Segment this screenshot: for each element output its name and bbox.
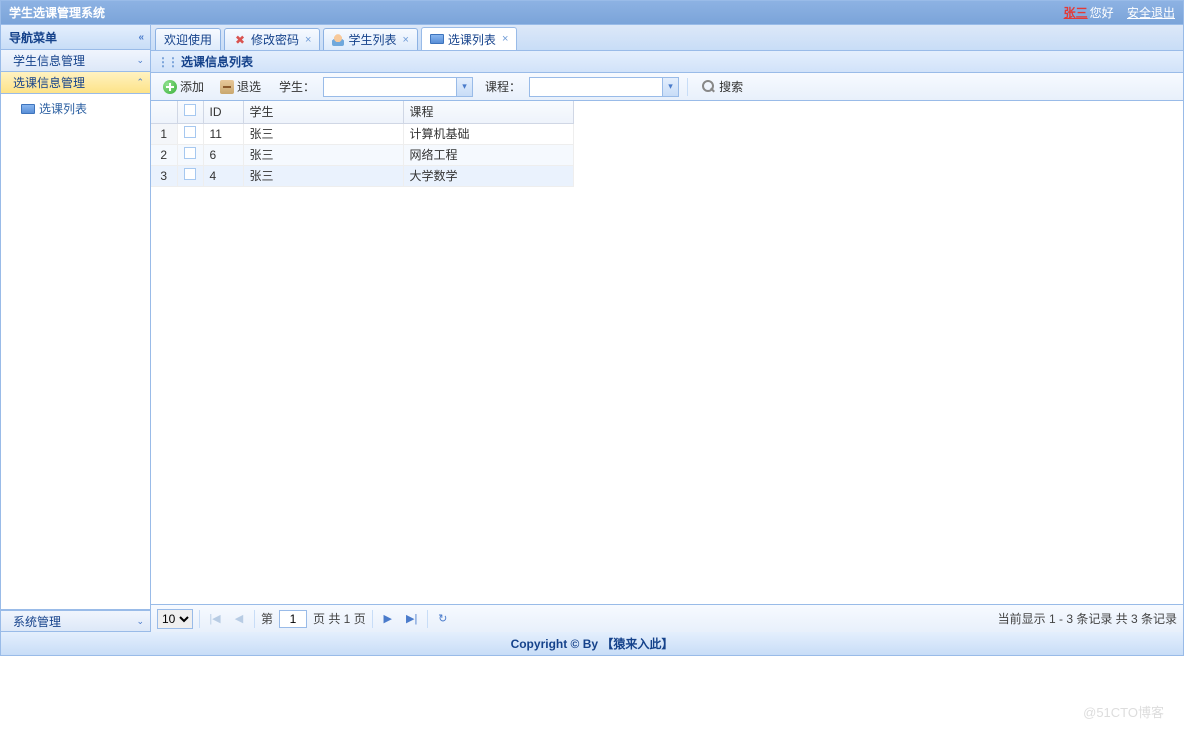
cell-course: 大学数学 [403, 165, 573, 186]
sidebar-section-label: 学生信息管理 [13, 52, 85, 69]
add-button[interactable]: 添加 [157, 76, 210, 97]
button-label: 添加 [180, 78, 204, 95]
search-icon [702, 80, 716, 94]
next-page-button[interactable]: ▶ [379, 610, 397, 628]
col-course[interactable]: 课程 [403, 101, 573, 123]
tab-students[interactable]: 学生列表 × [323, 28, 417, 50]
col-checkbox[interactable] [177, 101, 203, 123]
book-icon [430, 34, 444, 44]
table-row[interactable]: 3 4 张三 大学数学 [151, 165, 573, 186]
col-id[interactable]: ID [203, 101, 243, 123]
refresh-button[interactable]: ↻ [434, 610, 452, 628]
cell-student: 张三 [243, 165, 403, 186]
sidebar-section-system[interactable]: 系统管理 ⌄ [1, 610, 150, 632]
sidebar-section-course[interactable]: 选课信息管理 ⌃ [1, 72, 150, 94]
cell-rownum: 1 [151, 123, 177, 144]
sidebar-section-label: 系统管理 [13, 613, 61, 630]
last-page-button[interactable]: ▶| [403, 610, 421, 628]
student-combo[interactable]: ▾ [323, 77, 473, 97]
close-icon[interactable]: × [402, 34, 408, 46]
button-label: 退选 [237, 78, 261, 95]
page-input[interactable] [279, 610, 307, 628]
table-row[interactable]: 2 6 张三 网络工程 [151, 144, 573, 165]
tab-password[interactable]: ✖ 修改密码 × [224, 28, 320, 50]
tab-label: 欢迎使用 [164, 31, 212, 48]
dropdown-icon[interactable]: ▾ [662, 78, 678, 96]
tab-label: 学生列表 [348, 31, 396, 48]
course-combo[interactable]: ▾ [529, 77, 679, 97]
student-input[interactable] [323, 77, 473, 97]
button-label: 搜索 [719, 78, 743, 95]
collapse-icon[interactable]: « [138, 32, 144, 43]
cell-course: 网络工程 [403, 144, 573, 165]
main-area: 欢迎使用 ✖ 修改密码 × 学生列表 × 选课列表 × ⋮⋮ 选课信息列表 [151, 25, 1183, 632]
sidebar-title: 导航菜单 « [1, 25, 150, 50]
close-icon[interactable]: × [502, 33, 508, 45]
logout-link[interactable]: 安全退出 [1127, 6, 1175, 20]
course-input[interactable] [529, 77, 679, 97]
checkbox-all[interactable] [184, 104, 196, 116]
chevron-down-icon: ⌄ [136, 616, 144, 627]
col-student[interactable]: 学生 [243, 101, 403, 123]
cell-student: 张三 [243, 144, 403, 165]
dropdown-icon[interactable]: ▾ [456, 78, 472, 96]
row-checkbox[interactable] [184, 168, 196, 180]
grid-header-row: ID 学生 课程 [151, 101, 573, 123]
pager: 10 |◀ ◀ 第 页 共 1 页 ▶ ▶| ↻ 当前显示 1 - 3 条记录 … [151, 604, 1183, 632]
cell-rownum: 2 [151, 144, 177, 165]
col-rownum [151, 101, 177, 123]
panel-title-text: 选课信息列表 [181, 53, 253, 70]
chevron-up-icon: ⌃ [136, 77, 144, 88]
cell-id: 6 [203, 144, 243, 165]
chevron-down-icon: ⌄ [136, 55, 144, 66]
sidebar: 导航菜单 « 学生信息管理 ⌄ 选课信息管理 ⌃ 选课列表 系统管理 ⌄ [1, 25, 151, 632]
tab-welcome[interactable]: 欢迎使用 [155, 28, 221, 50]
close-icon[interactable]: × [305, 34, 311, 46]
panel-header: ⋮⋮ 选课信息列表 [151, 51, 1183, 73]
toolbar: 添加 退选 学生： ▾ 课程： ▾ 搜索 [151, 73, 1183, 101]
username[interactable]: 张三 [1064, 6, 1088, 20]
cell-student: 张三 [243, 123, 403, 144]
row-checkbox[interactable] [184, 147, 196, 159]
cell-rownum: 3 [151, 165, 177, 186]
trash-icon [220, 80, 234, 94]
user-icon [332, 34, 344, 46]
course-filter-label: 课程： [485, 78, 521, 95]
sidebar-section-student[interactable]: 学生信息管理 ⌄ [1, 50, 150, 72]
pager-info: 当前显示 1 - 3 条记录 共 3 条记录 [998, 610, 1177, 627]
search-button[interactable]: 搜索 [696, 76, 749, 97]
grip-icon: ⋮⋮ [157, 55, 177, 69]
tab-label: 选课列表 [448, 31, 496, 48]
wrench-icon: ✖ [233, 33, 247, 47]
row-checkbox[interactable] [184, 126, 196, 138]
greeting: 您好 [1090, 6, 1114, 20]
footer-text: Copyright © By 【猿来入此】 [511, 635, 674, 652]
cell-course: 计算机基础 [403, 123, 573, 144]
page-suffix: 页 共 1 页 [313, 610, 366, 627]
cell-id: 11 [203, 123, 243, 144]
book-icon [21, 104, 35, 114]
watermark: @51CTO博客 [1083, 702, 1164, 721]
app-titlebar: 学生选课管理系统 张三您好 安全退出 [0, 0, 1184, 25]
page-prefix: 第 [261, 610, 273, 627]
remove-button[interactable]: 退选 [214, 76, 267, 97]
plus-icon [163, 80, 177, 94]
app-title: 学生选课管理系统 [9, 4, 105, 21]
footer: Copyright © By 【猿来入此】 [0, 632, 1184, 656]
data-grid: ID 学生 课程 1 11 张三 计算机基础 2 [151, 101, 1183, 604]
tab-label: 修改密码 [251, 31, 299, 48]
tab-strip: 欢迎使用 ✖ 修改密码 × 学生列表 × 选课列表 × [151, 25, 1183, 51]
page-size-select[interactable]: 10 [157, 609, 193, 629]
user-area: 张三您好 安全退出 [1064, 4, 1175, 21]
sidebar-section-label: 选课信息管理 [13, 74, 85, 91]
sidebar-item-course-list[interactable]: 选课列表 [1, 94, 150, 123]
tab-course-list[interactable]: 选课列表 × [421, 27, 517, 50]
first-page-button[interactable]: |◀ [206, 610, 224, 628]
sidebar-title-text: 导航菜单 [9, 29, 57, 46]
cell-id: 4 [203, 165, 243, 186]
student-filter-label: 学生： [279, 78, 315, 95]
sidebar-item-label: 选课列表 [39, 100, 87, 117]
table-row[interactable]: 1 11 张三 计算机基础 [151, 123, 573, 144]
prev-page-button[interactable]: ◀ [230, 610, 248, 628]
